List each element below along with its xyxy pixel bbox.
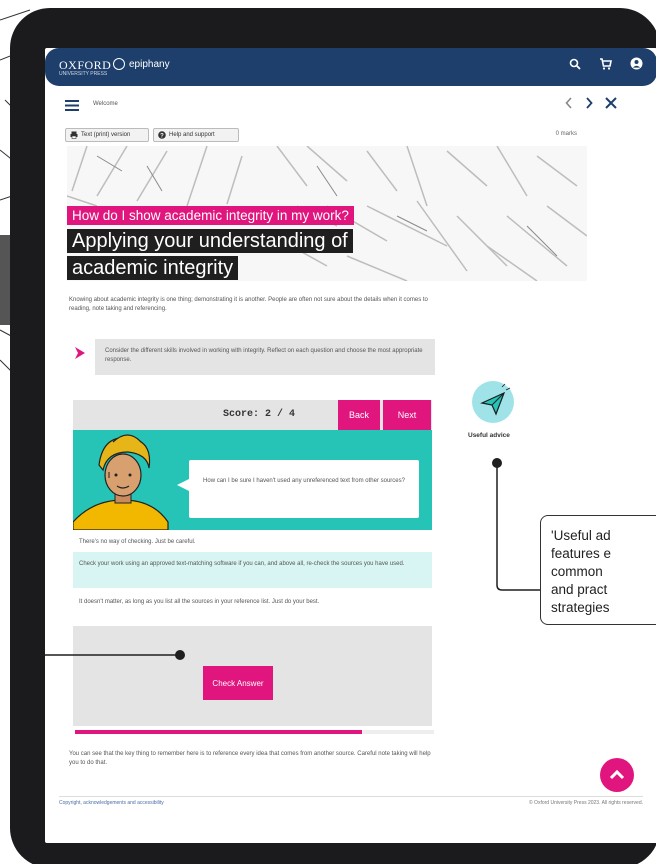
instruction-box: Consider the different skills involved i… xyxy=(95,339,435,375)
hero-question: How do I show academic integrity in my w… xyxy=(67,206,354,225)
copyright-text: © Oxford University Press 2023. All righ… xyxy=(528,800,643,806)
product-logo-icon xyxy=(113,58,125,70)
marks-counter: 0 marks xyxy=(555,131,577,137)
printer-icon xyxy=(70,131,78,139)
navigation-row: Welcome xyxy=(45,94,656,116)
back-button[interactable]: Back xyxy=(338,400,380,430)
close-icon[interactable] xyxy=(605,96,617,114)
search-icon[interactable] xyxy=(569,58,581,70)
chevron-up-icon xyxy=(609,769,625,780)
next-button[interactable]: Next xyxy=(383,400,431,430)
hero-banner: How do I show academic integrity in my w… xyxy=(67,146,587,281)
annotation-callout: 'Useful ad features e common and pract s… xyxy=(540,515,656,625)
answer-option[interactable]: It doesn't matter, as long as you list a… xyxy=(73,590,432,626)
footer-divider xyxy=(59,796,643,797)
progress-bar xyxy=(75,730,434,734)
product-logo[interactable]: epiphany xyxy=(113,58,170,70)
chevron-right-icon xyxy=(73,346,87,365)
question-scene: How can I be sure I haven't used any unr… xyxy=(73,430,432,530)
help-support-button[interactable]: ? Help and support xyxy=(153,128,239,142)
product-name: epiphany xyxy=(129,58,170,70)
useful-advice-label: Useful advice xyxy=(468,432,510,439)
scene: OXFORD UNIVERSITY PRESS epiphany Welcome… xyxy=(0,0,656,864)
callout-line: and pract xyxy=(551,582,608,597)
previous-page-icon[interactable] xyxy=(565,96,573,114)
top-bar-actions xyxy=(569,57,643,70)
callout-line: features e xyxy=(551,546,612,561)
useful-advice-button[interactable] xyxy=(472,381,514,423)
tool-row: Text (print) version ? Help and support … xyxy=(65,128,585,142)
top-bar: OXFORD UNIVERSITY PRESS epiphany xyxy=(45,48,656,86)
text-version-label: Text (print) version xyxy=(81,132,131,138)
callout-line: 'Useful ad xyxy=(551,528,611,543)
breadcrumb-section[interactable]: Welcome xyxy=(93,101,118,107)
app-screen: OXFORD UNIVERSITY PRESS epiphany Welcome… xyxy=(45,48,656,843)
footer-link[interactable]: Copyright, acknowledgements and accessib… xyxy=(59,800,164,806)
conclusion-text: You can see that the key thing to rememb… xyxy=(69,751,431,766)
page-title-line-1: Applying your understanding of xyxy=(67,229,353,253)
footer: Copyright, acknowledgements and accessib… xyxy=(59,800,643,810)
page-title-line-2: academic integrity xyxy=(67,256,239,280)
intro-text: Knowing about academic integrity is one … xyxy=(69,297,428,312)
score-display: Score: 2 / 4 xyxy=(223,409,295,420)
score-value: 2 / 4 xyxy=(265,409,296,420)
user-account-icon[interactable] xyxy=(630,57,643,70)
callout-line: strategies xyxy=(551,600,610,615)
character-illustration xyxy=(73,434,169,530)
tablet-frame: OXFORD UNIVERSITY PRESS epiphany Welcome… xyxy=(10,8,656,864)
svg-text:?: ? xyxy=(160,133,164,139)
help-icon: ? xyxy=(158,131,166,139)
page-navigation xyxy=(565,96,617,114)
answer-option-selected[interactable]: Check your work using an approved text-m… xyxy=(73,552,432,588)
menu-icon[interactable] xyxy=(65,98,79,116)
paper-plane-icon xyxy=(480,383,511,416)
callout-line: common xyxy=(551,564,603,579)
answer-option[interactable]: There's no way of checking. Just be care… xyxy=(73,530,432,550)
quiz-panel: Score: 2 / 4 Back Next How can I be sure… xyxy=(73,400,432,726)
scroll-to-top-button[interactable] xyxy=(600,758,634,792)
progress-fill xyxy=(75,730,363,734)
brand-subtitle: UNIVERSITY PRESS xyxy=(59,71,108,77)
check-answer-button[interactable]: Check Answer xyxy=(203,666,273,700)
quiz-header: Score: 2 / 4 Back Next xyxy=(73,400,432,430)
cart-icon[interactable] xyxy=(599,57,612,70)
question-bubble: How can I be sure I haven't used any unr… xyxy=(189,460,419,518)
score-label: Score: xyxy=(223,409,260,420)
next-page-icon[interactable] xyxy=(585,96,593,114)
check-answer-area: Check Answer xyxy=(73,626,432,726)
help-support-label: Help and support xyxy=(169,132,215,138)
text-version-button[interactable]: Text (print) version xyxy=(65,128,149,142)
